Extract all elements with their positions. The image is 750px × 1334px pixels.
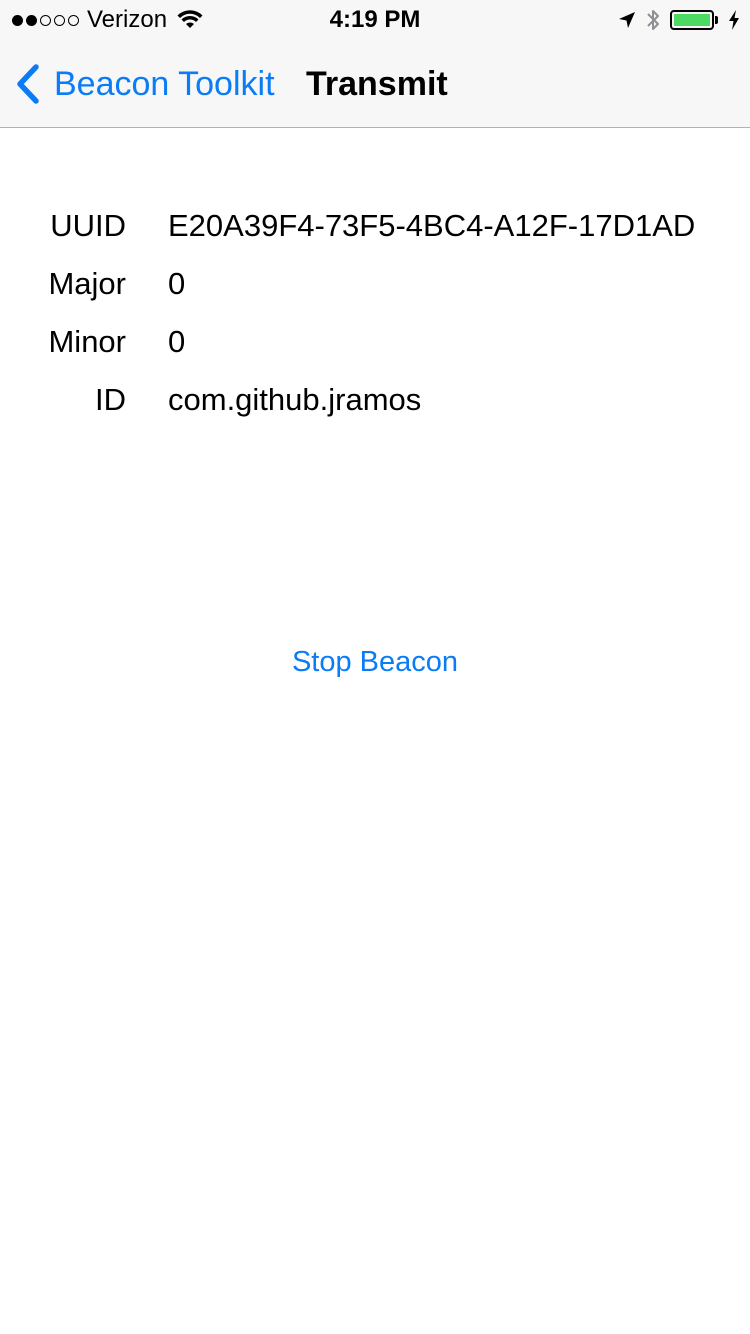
battery-fill: [674, 14, 710, 26]
status-bar: Verizon 4:19 PM: [0, 0, 750, 40]
chevron-left-icon: [17, 64, 39, 104]
app-screen: Verizon 4:19 PM Beacon Toolkit Transmit …: [0, 0, 750, 1334]
battery-tip: [715, 16, 718, 24]
page-title: Transmit: [306, 65, 448, 103]
info-row-minor: Minor 0: [0, 316, 750, 374]
uuid-value: E20A39F4-73F5-4BC4-A12F-17D1AD: [168, 208, 696, 243]
beacon-info-table: UUID E20A39F4-73F5-4BC4-A12F-17D1AD Majo…: [0, 200, 750, 432]
status-right: [618, 7, 740, 33]
minor-label: Minor: [48, 324, 126, 359]
back-button[interactable]: Beacon Toolkit: [14, 62, 275, 106]
uuid-label: UUID: [50, 208, 126, 243]
info-row-major: Major 0: [0, 258, 750, 316]
major-value: 0: [168, 266, 186, 301]
stop-beacon-button[interactable]: Stop Beacon: [0, 646, 750, 679]
battery-body: [670, 10, 714, 30]
id-value: com.github.jramos: [168, 382, 422, 417]
battery-icon: [670, 10, 718, 30]
id-label: ID: [95, 382, 126, 417]
bluetooth-icon: [647, 10, 659, 30]
charging-bolt-icon: [729, 10, 739, 30]
major-label: Major: [48, 266, 126, 301]
minor-value: 0: [168, 324, 186, 359]
info-row-id: ID com.github.jramos: [0, 374, 750, 432]
back-button-label: Beacon Toolkit: [54, 64, 275, 103]
location-arrow-icon: [619, 12, 635, 28]
info-row-uuid: UUID E20A39F4-73F5-4BC4-A12F-17D1AD: [0, 200, 750, 258]
navigation-bar: Beacon Toolkit Transmit: [0, 40, 750, 128]
